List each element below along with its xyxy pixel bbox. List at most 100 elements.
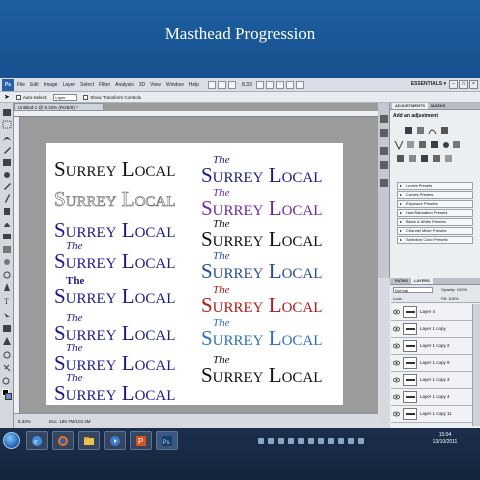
mini-bridge-icon[interactable] xyxy=(218,80,227,89)
tray-icon[interactable] xyxy=(308,438,314,444)
menu-layer[interactable]: Layer xyxy=(63,82,76,88)
preset-levels[interactable]: Levels Presets xyxy=(397,182,473,190)
start-button[interactable] xyxy=(3,432,20,449)
tab-layers[interactable]: LAYERS xyxy=(410,278,433,284)
eye-icon[interactable] xyxy=(393,360,400,366)
layer-row[interactable]: Layer 1 copy 4 xyxy=(391,389,480,406)
document-status-bar: 8.33% Doc: 189.7M/102.4M xyxy=(14,413,378,428)
minimize-button[interactable]: – xyxy=(449,80,458,89)
swatches-panel-icon[interactable] xyxy=(380,161,388,169)
hand-tool-icon[interactable] xyxy=(255,80,264,89)
tray-icon[interactable] xyxy=(258,438,264,444)
layer-row[interactable]: Layer 1 copy 3 xyxy=(391,372,480,389)
tab-paths[interactable]: PATHS xyxy=(392,278,411,284)
color-panel-icon[interactable] xyxy=(380,147,388,155)
menu-filter[interactable]: Filter xyxy=(99,82,110,88)
svg-text:Ps: Ps xyxy=(163,440,170,446)
menu-select[interactable]: Select xyxy=(80,82,94,88)
photoshop-window: Ps File Edit Image Layer Select Filter A… xyxy=(0,78,480,428)
screen-mode-icon[interactable] xyxy=(295,80,304,89)
tray-icon[interactable] xyxy=(328,438,334,444)
masthead-left-8: The Surrey Local xyxy=(54,373,194,405)
arrange-documents-icon[interactable] xyxy=(285,80,294,89)
preset-black-white[interactable]: Black & White Presets xyxy=(397,218,473,226)
background-color-swatch[interactable] xyxy=(5,393,12,400)
menu-view[interactable]: View xyxy=(150,82,161,88)
layer-row[interactable]: Layer 1 copy 2 xyxy=(391,338,480,355)
explorer-icon[interactable] xyxy=(78,431,100,450)
menu-bar: Ps File Edit Image Layer Select Filter A… xyxy=(0,78,480,92)
tab-adjustments[interactable]: ADJUSTMENTS xyxy=(392,103,429,109)
layer-row[interactable]: Layer 1 copy xyxy=(391,321,480,338)
workspace-switcher[interactable]: ESSENTIALS ▾ xyxy=(411,81,446,87)
system-clock[interactable]: 15:04 13/10/2011 xyxy=(420,432,470,446)
character-panel-icon[interactable] xyxy=(380,179,388,187)
quick-selection-tool-icon xyxy=(4,147,11,154)
document-canvas[interactable]: Surrey Local Surrey Local Surrey Local T… xyxy=(46,143,343,405)
layer-name: Layer 1 copy 2 xyxy=(420,343,450,348)
layers-scrollbar[interactable] xyxy=(472,304,480,426)
tray-icon[interactable] xyxy=(278,438,284,444)
adjustments-panel-header: ADJUSTMENTS MASKS xyxy=(390,103,480,110)
opacity-field[interactable]: Opacity: 100% xyxy=(441,287,467,292)
menu-window[interactable]: Window xyxy=(166,82,184,88)
network-icon[interactable] xyxy=(338,438,344,444)
preset-hue-saturation[interactable]: Hue/Saturation Presets xyxy=(397,209,473,217)
menu-image[interactable]: Image xyxy=(44,82,58,88)
preset-selective-color[interactable]: Selective Color Presets xyxy=(397,236,473,244)
preset-curves[interactable]: Curves Presets xyxy=(397,191,473,199)
volume-icon[interactable] xyxy=(348,438,354,444)
layer-thumbnail xyxy=(403,374,417,386)
eye-icon[interactable] xyxy=(393,309,400,315)
tray-icon[interactable] xyxy=(268,438,274,444)
zoom-tool-icon[interactable] xyxy=(265,80,274,89)
auto-select-dropdown[interactable]: Layer xyxy=(53,93,78,101)
history-panel-icon[interactable] xyxy=(380,115,388,123)
color-balance-icon xyxy=(419,141,426,148)
tray-icon[interactable] xyxy=(318,438,324,444)
fill-field[interactable]: Fill: 100% xyxy=(441,296,459,301)
photoshop-icon[interactable]: Ps xyxy=(156,431,178,450)
tray-icon[interactable] xyxy=(288,438,294,444)
layer-thumbnail xyxy=(403,408,417,420)
maximize-button[interactable]: □ xyxy=(459,80,468,89)
menu-edit[interactable]: Edit xyxy=(30,82,39,88)
status-zoom[interactable]: 8.33% xyxy=(18,419,31,424)
show-transform-checkbox[interactable] xyxy=(83,94,89,100)
vertical-ruler xyxy=(14,117,20,413)
bridge-icon[interactable] xyxy=(208,80,217,89)
view-extras-icon[interactable] xyxy=(228,80,237,89)
actions-panel-icon[interactable] xyxy=(380,129,388,137)
ie-icon[interactable]: e xyxy=(26,431,48,450)
close-button[interactable]: × xyxy=(469,80,478,89)
rotate-view-icon[interactable] xyxy=(275,80,284,89)
document-tab[interactable]: Untitled-1 @ 8.33% (RGB/8) * xyxy=(14,103,104,111)
media-player-icon[interactable] xyxy=(104,431,126,450)
eye-icon[interactable] xyxy=(393,394,400,400)
firefox-icon[interactable] xyxy=(52,431,74,450)
move-tool-icon[interactable]: ➤ xyxy=(4,93,10,101)
menu-file[interactable]: File xyxy=(17,82,25,88)
layer-row[interactable]: Layer 1 copy 11 xyxy=(391,406,480,423)
zoom-level[interactable]: 8.33 xyxy=(242,82,252,88)
adjustment-icons[interactable] xyxy=(391,124,479,164)
preset-channel-mixer[interactable]: Channel Mixer Presets xyxy=(397,227,473,235)
eye-icon[interactable] xyxy=(393,411,400,417)
menu-help[interactable]: Help xyxy=(189,82,199,88)
tab-masks[interactable]: MASKS xyxy=(428,103,448,109)
layer-row[interactable]: Layer 1 copy 9 xyxy=(391,355,480,372)
auto-select-checkbox[interactable] xyxy=(15,94,21,100)
powerpoint-icon[interactable]: P xyxy=(130,431,152,450)
layer-row[interactable]: Layer 4 xyxy=(391,304,480,321)
blend-mode-dropdown[interactable]: Normal xyxy=(393,287,433,293)
eye-icon[interactable] xyxy=(393,377,400,383)
menu-3d[interactable]: 3D xyxy=(139,82,145,88)
crop-tool-icon xyxy=(3,159,11,166)
eye-icon[interactable] xyxy=(393,343,400,349)
tool-icons[interactable]: T xyxy=(0,107,14,392)
eye-icon[interactable] xyxy=(393,326,400,332)
flag-icon[interactable] xyxy=(358,438,364,444)
tray-icon[interactable] xyxy=(298,438,304,444)
menu-analysis[interactable]: Analysis xyxy=(115,82,134,88)
preset-exposure[interactable]: Exposure Presets xyxy=(397,200,473,208)
